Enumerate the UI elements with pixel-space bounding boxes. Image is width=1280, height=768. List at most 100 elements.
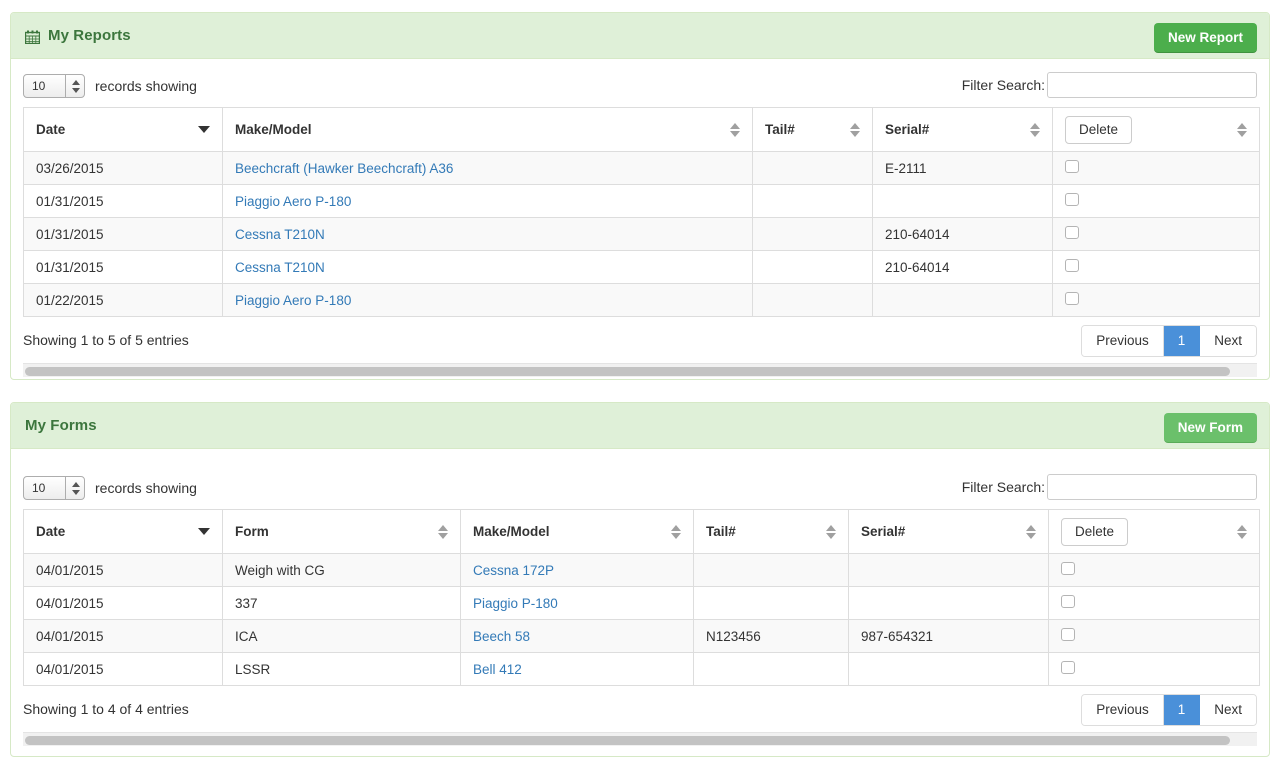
my-reports-panel-body: 10 records showing Filter Search: Date M… xyxy=(11,59,1269,377)
delete-checkbox[interactable] xyxy=(1061,562,1075,575)
forms-col-form-label: Form xyxy=(235,524,269,539)
cell-make-model: Cessna T210N xyxy=(222,217,753,251)
forms-delete-button[interactable]: Delete xyxy=(1061,517,1129,546)
make-model-link[interactable]: Cessna 172P xyxy=(473,563,554,578)
table-row[interactable]: 04/01/2015 337 Piaggio P-180 xyxy=(23,586,1260,620)
forms-filter-input[interactable] xyxy=(1047,474,1257,500)
table-row[interactable]: 04/01/2015 ICA Beech 58 N123456 987-6543… xyxy=(23,619,1260,653)
delete-checkbox[interactable] xyxy=(1061,661,1075,674)
reports-table-body: 03/26/2015 Beechcraft (Hawker Beechcraft… xyxy=(23,151,1260,317)
forms-pagination: Previous 1 Next xyxy=(1081,694,1257,726)
pagination-page-1[interactable]: 1 xyxy=(1163,326,1201,356)
forms-col-delete[interactable]: Delete xyxy=(1048,509,1260,554)
cell-date: 01/22/2015 xyxy=(23,283,223,317)
my-reports-panel: My Reports New Report 10 records showing… xyxy=(10,12,1270,380)
cell-tail: N123456 xyxy=(693,619,849,653)
reports-length-select-wrap: 10 xyxy=(23,74,85,98)
sort-both-icon xyxy=(1026,524,1036,539)
cell-delete xyxy=(1048,553,1260,587)
forms-col-tail-label: Tail# xyxy=(706,524,736,539)
cell-tail xyxy=(693,586,849,620)
make-model-link[interactable]: Beechcraft (Hawker Beechcraft) A36 xyxy=(235,161,453,176)
reports-pagination: Previous 1 Next xyxy=(1081,325,1257,357)
make-model-link[interactable]: Cessna T210N xyxy=(235,227,325,242)
reports-col-make-model[interactable]: Make/Model xyxy=(222,107,753,152)
delete-checkbox[interactable] xyxy=(1065,226,1079,239)
my-forms-panel-heading: My Forms New Form xyxy=(11,403,1269,449)
forms-table-body: 04/01/2015 Weigh with CG Cessna 172P 04/… xyxy=(23,553,1260,686)
new-form-button[interactable]: New Form xyxy=(1163,413,1257,443)
reports-col-date[interactable]: Date xyxy=(23,107,223,152)
cell-serial xyxy=(872,184,1053,218)
reports-delete-button[interactable]: Delete xyxy=(1065,115,1133,144)
pagination-previous[interactable]: Previous xyxy=(1082,326,1164,356)
cell-serial: 210-64014 xyxy=(872,217,1053,251)
cell-date: 03/26/2015 xyxy=(23,151,223,185)
cell-date: 01/31/2015 xyxy=(23,184,223,218)
new-report-button[interactable]: New Report xyxy=(1153,23,1257,53)
forms-horizontal-scrollbar[interactable] xyxy=(23,732,1257,746)
delete-checkbox[interactable] xyxy=(1061,595,1075,608)
delete-checkbox[interactable] xyxy=(1061,628,1075,641)
scrollbar-thumb[interactable] xyxy=(25,736,1230,745)
scrollbar-thumb[interactable] xyxy=(25,367,1230,376)
cell-make-model: Cessna T210N xyxy=(222,250,753,284)
cell-form: LSSR xyxy=(222,652,461,686)
cell-make-model: Piaggio Aero P-180 xyxy=(222,184,753,218)
table-row[interactable]: 01/31/2015 Cessna T210N 210-64014 xyxy=(23,250,1260,284)
forms-filter-group: Filter Search: xyxy=(962,474,1257,500)
forms-col-make-model[interactable]: Make/Model xyxy=(460,509,694,554)
my-forms-title-text: My Forms xyxy=(25,417,97,434)
make-model-link[interactable]: Beech 58 xyxy=(473,629,530,644)
delete-checkbox[interactable] xyxy=(1065,292,1079,305)
reports-col-tail[interactable]: Tail# xyxy=(752,107,873,152)
make-model-link[interactable]: Bell 412 xyxy=(473,662,522,677)
pagination-next[interactable]: Next xyxy=(1200,695,1256,725)
pagination-next[interactable]: Next xyxy=(1200,326,1256,356)
cell-make-model: Beech 58 xyxy=(460,619,694,653)
forms-length-label: records showing xyxy=(95,480,197,496)
pagination-page-1[interactable]: 1 xyxy=(1163,695,1201,725)
reports-col-serial[interactable]: Serial# xyxy=(872,107,1053,152)
reports-filter-input[interactable] xyxy=(1047,72,1257,98)
make-model-link[interactable]: Cessna T210N xyxy=(235,260,325,275)
table-row[interactable]: 04/01/2015 LSSR Bell 412 xyxy=(23,652,1260,686)
reports-length-label: records showing xyxy=(95,78,197,94)
my-reports-panel-heading: My Reports New Report xyxy=(11,13,1269,59)
delete-checkbox[interactable] xyxy=(1065,193,1079,206)
reports-filter-group: Filter Search: xyxy=(962,72,1257,98)
forms-table-header-row: Date Form Make/Model Tail# Serial# Delet… xyxy=(23,509,1260,554)
forms-col-date-label: Date xyxy=(36,524,66,539)
table-row[interactable]: 04/01/2015 Weigh with CG Cessna 172P xyxy=(23,553,1260,587)
table-row[interactable]: 01/22/2015 Piaggio Aero P-180 xyxy=(23,283,1260,317)
cell-delete xyxy=(1052,283,1260,317)
reports-horizontal-scrollbar[interactable] xyxy=(23,363,1257,377)
make-model-link[interactable]: Piaggio P-180 xyxy=(473,596,558,611)
forms-length-select-wrap: 10 xyxy=(23,476,85,500)
cell-delete xyxy=(1052,184,1260,218)
cell-delete xyxy=(1052,151,1260,185)
forms-col-date[interactable]: Date xyxy=(23,509,223,554)
make-model-link[interactable]: Piaggio Aero P-180 xyxy=(235,293,351,308)
my-reports-title-group: My Reports xyxy=(24,27,131,44)
forms-col-form[interactable]: Form xyxy=(222,509,461,554)
cell-tail xyxy=(752,151,873,185)
forms-col-tail[interactable]: Tail# xyxy=(693,509,849,554)
forms-length-select[interactable]: 10 xyxy=(23,476,85,500)
cell-serial xyxy=(872,283,1053,317)
cell-serial xyxy=(848,652,1049,686)
delete-checkbox[interactable] xyxy=(1065,160,1079,173)
delete-checkbox[interactable] xyxy=(1065,259,1079,272)
make-model-link[interactable]: Piaggio Aero P-180 xyxy=(235,194,351,209)
cell-tail xyxy=(752,250,873,284)
forms-col-serial[interactable]: Serial# xyxy=(848,509,1049,554)
reports-length-select[interactable]: 10 xyxy=(23,74,85,98)
reports-col-serial-label: Serial# xyxy=(885,122,930,137)
pagination-previous[interactable]: Previous xyxy=(1082,695,1164,725)
table-row[interactable]: 01/31/2015 Cessna T210N 210-64014 xyxy=(23,217,1260,251)
table-row[interactable]: 03/26/2015 Beechcraft (Hawker Beechcraft… xyxy=(23,151,1260,185)
reports-col-date-label: Date xyxy=(36,122,66,137)
table-row[interactable]: 01/31/2015 Piaggio Aero P-180 xyxy=(23,184,1260,218)
reports-col-delete[interactable]: Delete xyxy=(1052,107,1260,152)
cell-date: 04/01/2015 xyxy=(23,652,223,686)
